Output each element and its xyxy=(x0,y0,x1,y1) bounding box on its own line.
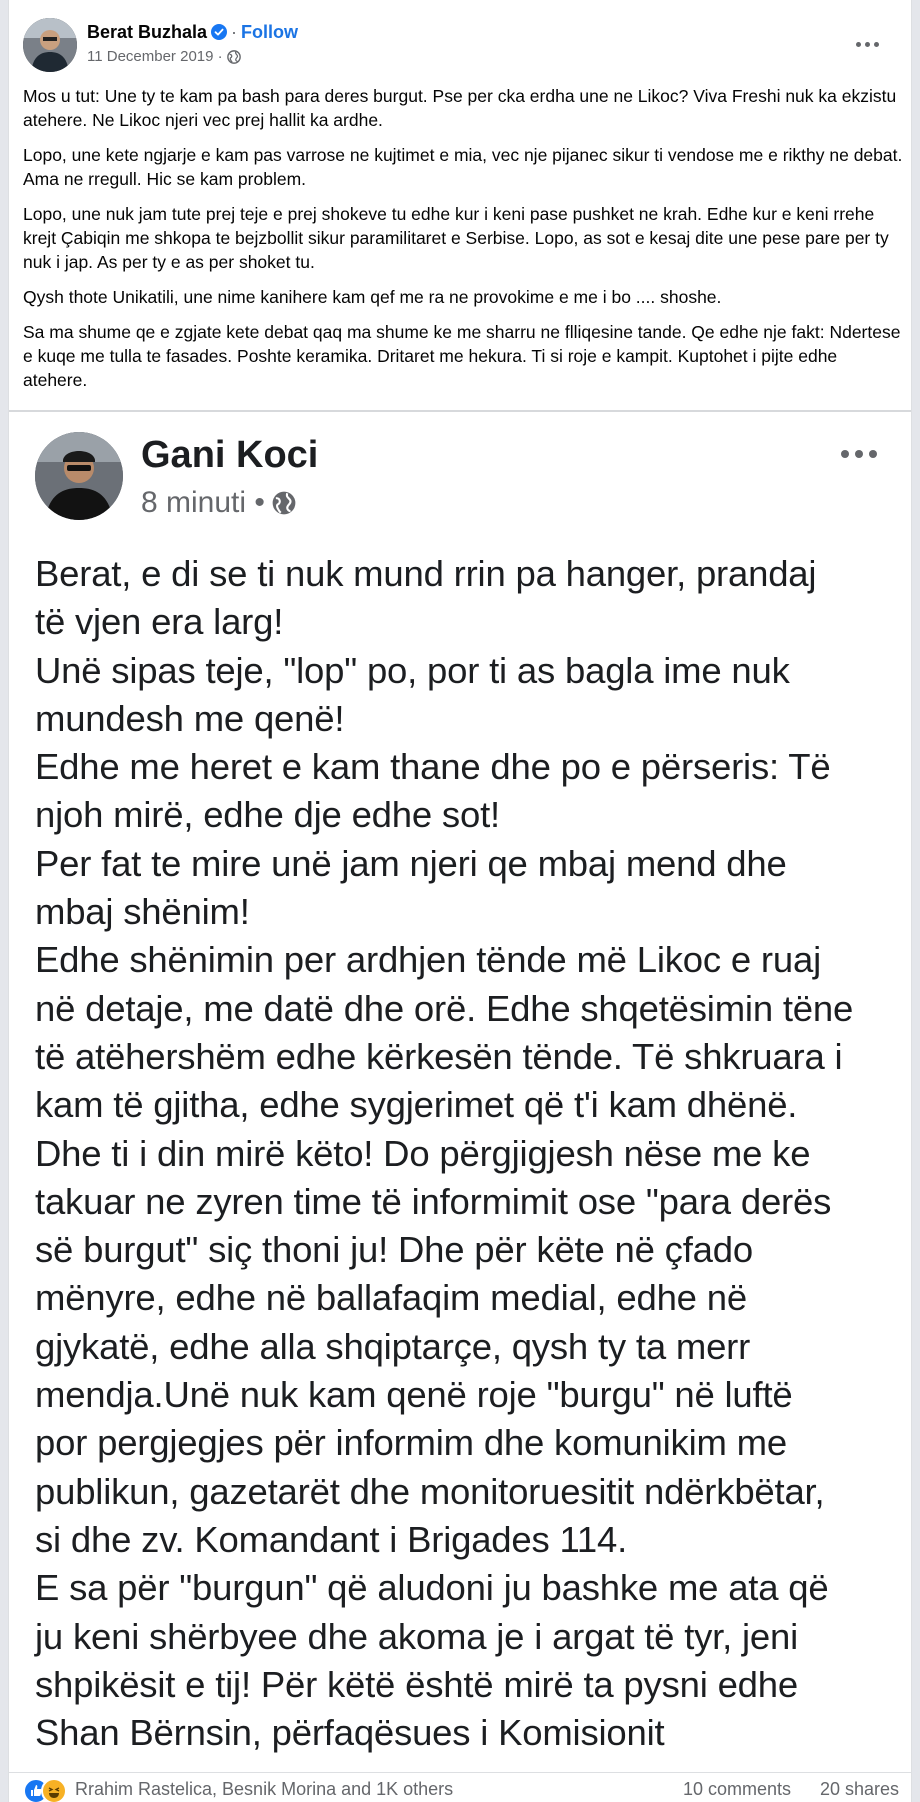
shared-time: 8 minuti • xyxy=(141,486,265,519)
haha-reaction-icon xyxy=(41,1778,67,1802)
post-paragraph: Lopo, une kete ngjarje e kam pas varrose… xyxy=(23,145,903,189)
post-meta: 11 December 2019 · xyxy=(87,48,241,68)
post-paragraph: Qysh thote Unikatili, une nime kanihere … xyxy=(23,287,722,307)
shared-author-avatar xyxy=(35,432,123,520)
post-text: Mos u tut: Une ty te kam pa bash para de… xyxy=(23,84,903,403)
post-paragraph: Sa ma shume qe e zgjate kete debat qaq m… xyxy=(23,322,901,390)
post-date[interactable]: 11 December 2019 · xyxy=(87,48,223,65)
post-footer: Rrahim Rastelica, Besnik Morina and 1K o… xyxy=(9,1772,911,1802)
follow-button[interactable]: Follow xyxy=(241,22,298,42)
verified-badge-icon xyxy=(211,24,228,45)
post-card: Berat Buzhala · Follow 11 December 2019 · … xyxy=(8,0,912,1802)
shared-author-name: Gani Koci xyxy=(141,434,319,476)
shared-post-body: Berat, e di se ti nuk mund rrin pa hange… xyxy=(35,553,854,1754)
post-header: Berat Buzhala · Follow 11 December 2019 · xyxy=(23,18,897,78)
globe-icon xyxy=(226,50,241,68)
shared-meta: 8 minuti • xyxy=(141,486,297,524)
reaction-icons[interactable] xyxy=(23,1778,71,1802)
globe-icon xyxy=(271,490,297,524)
author-line: Berat Buzhala · Follow xyxy=(87,22,298,45)
author-avatar[interactable] xyxy=(23,18,77,72)
reactors-text[interactable]: Rrahim Rastelica, Besnik Morina and 1K o… xyxy=(75,1779,453,1800)
shares-count[interactable]: 20 shares xyxy=(820,1779,899,1800)
author-name[interactable]: Berat Buzhala xyxy=(87,22,207,42)
post-paragraph: Lopo, une nuk jam tute prej teje e prej … xyxy=(23,204,889,272)
more-options-icon xyxy=(837,440,881,468)
comments-count[interactable]: 10 comments xyxy=(683,1779,791,1800)
shared-screenshot[interactable]: Gani Koci 8 minuti • Berat, e di se ti n… xyxy=(9,410,911,1774)
post-paragraph: Mos u tut: Une ty te kam pa bash para de… xyxy=(23,86,897,130)
separator-dot: · xyxy=(231,22,238,42)
more-options-icon[interactable] xyxy=(849,32,885,56)
